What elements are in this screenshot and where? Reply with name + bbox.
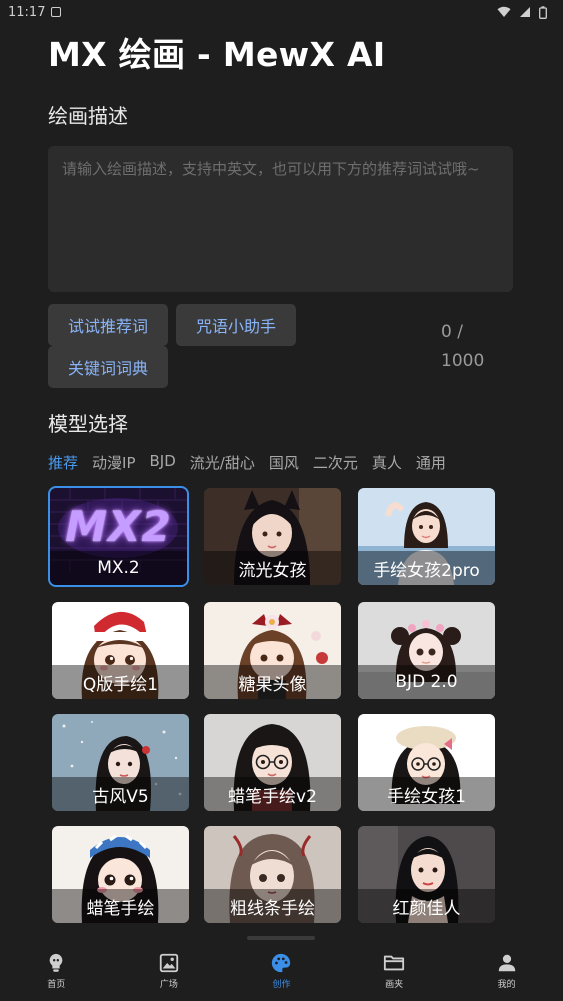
model-card-guofeng-v5[interactable]: 古风V5 [52,714,189,811]
palette-icon [272,953,291,973]
notification-icon [51,7,62,17]
nav-item-me[interactable]: 我的 [450,941,563,1001]
status-time: 11:17 [8,4,46,20]
model-card-label: 手绘女孩2pro [358,551,495,585]
model-card-label: 糖果头像 [204,665,341,699]
page-title: MX 绘画 - MewX AI [48,35,386,74]
char-count-max: 1000 [441,351,485,371]
nav-label: 首页 [47,980,66,990]
model-category-tabs: 推荐 动漫IP BJD 流光/甜心 国风 二次元 真人 通用 [48,452,446,473]
model-card-bjd-2[interactable]: BJD 2.0 [358,602,495,699]
bottom-nav: 首页 广场 创作 画夹 我的 [0,941,563,1001]
mx2-logo-text: MX2 [65,502,172,551]
model-card-label: MX.2 [50,551,187,585]
model-card-qversion-1[interactable]: Q版手绘1 [52,602,189,699]
nav-item-folder[interactable]: 画夹 [338,941,451,1001]
keyword-dict-button[interactable]: 关键词词典 [48,346,168,388]
status-bar: 11:17 [0,0,563,24]
description-box [48,146,513,292]
spell-assistant-button[interactable]: 咒语小助手 [176,304,296,346]
description-section-title: 绘画描述 [48,104,128,128]
tab-general[interactable]: 通用 [416,452,446,473]
model-card-mx2[interactable]: MX2 MX.2 [48,486,189,587]
model-card-label: 蜡笔手绘 [52,889,189,923]
tab-2d[interactable]: 二次元 [313,452,358,473]
signal-icon [520,7,530,17]
tab-guofeng[interactable]: 国风 [269,452,299,473]
nav-label: 我的 [497,980,516,990]
model-card-streamer-girl[interactable]: 流光女孩 [204,488,341,585]
wifi-icon [497,6,511,17]
model-card-label: 粗线条手绘 [204,889,341,923]
model-card-handdrawn-girl-2pro[interactable]: 手绘女孩2pro [358,488,495,585]
model-card-label: Q版手绘1 [52,665,189,699]
image-icon [159,953,179,973]
tab-streamer-sweet[interactable]: 流光/甜心 [190,452,255,473]
try-recommend-button[interactable]: 试试推荐词 [48,304,168,346]
model-card-label: 手绘女孩1 [358,777,495,811]
nav-item-square[interactable]: 广场 [113,941,226,1001]
nav-label: 创作 [272,980,291,990]
model-card-label: 古风V5 [52,777,189,811]
model-card-label: 蜡笔手绘v2 [204,777,341,811]
battery-icon [539,5,547,19]
tab-anime-ip[interactable]: 动漫IP [92,452,135,473]
char-count-current: 0 / [441,322,463,342]
person-icon [498,954,515,972]
model-card-candy-avatar[interactable]: 糖果头像 [204,602,341,699]
model-card-label: 流光女孩 [204,551,341,585]
model-card-thick-line[interactable]: 粗线条手绘 [204,826,341,923]
nav-item-home[interactable]: 首页 [0,941,113,1001]
nav-label: 广场 [159,980,178,990]
scroll-handle[interactable] [247,936,315,940]
model-card-handdrawn-girl-1[interactable]: 手绘女孩1 [358,714,495,811]
lightbulb-icon [49,953,63,972]
model-card-beauty[interactable]: 红颜佳人 [358,826,495,923]
model-section-title: 模型选择 [48,412,128,436]
model-card-label: BJD 2.0 [358,665,495,699]
folder-icon [383,955,405,971]
model-card-crayon[interactable]: 蜡笔手绘 [52,826,189,923]
tab-recommend[interactable]: 推荐 [48,452,78,473]
nav-item-create[interactable]: 创作 [225,941,338,1001]
tab-bjd[interactable]: BJD [150,452,176,473]
char-counter: 0 / 1000 [441,318,501,376]
description-input[interactable] [62,158,499,280]
nav-label: 画夹 [385,980,404,990]
model-card-crayon-v2[interactable]: 蜡笔手绘v2 [204,714,341,811]
tab-real[interactable]: 真人 [372,452,402,473]
model-card-label: 红颜佳人 [358,889,495,923]
